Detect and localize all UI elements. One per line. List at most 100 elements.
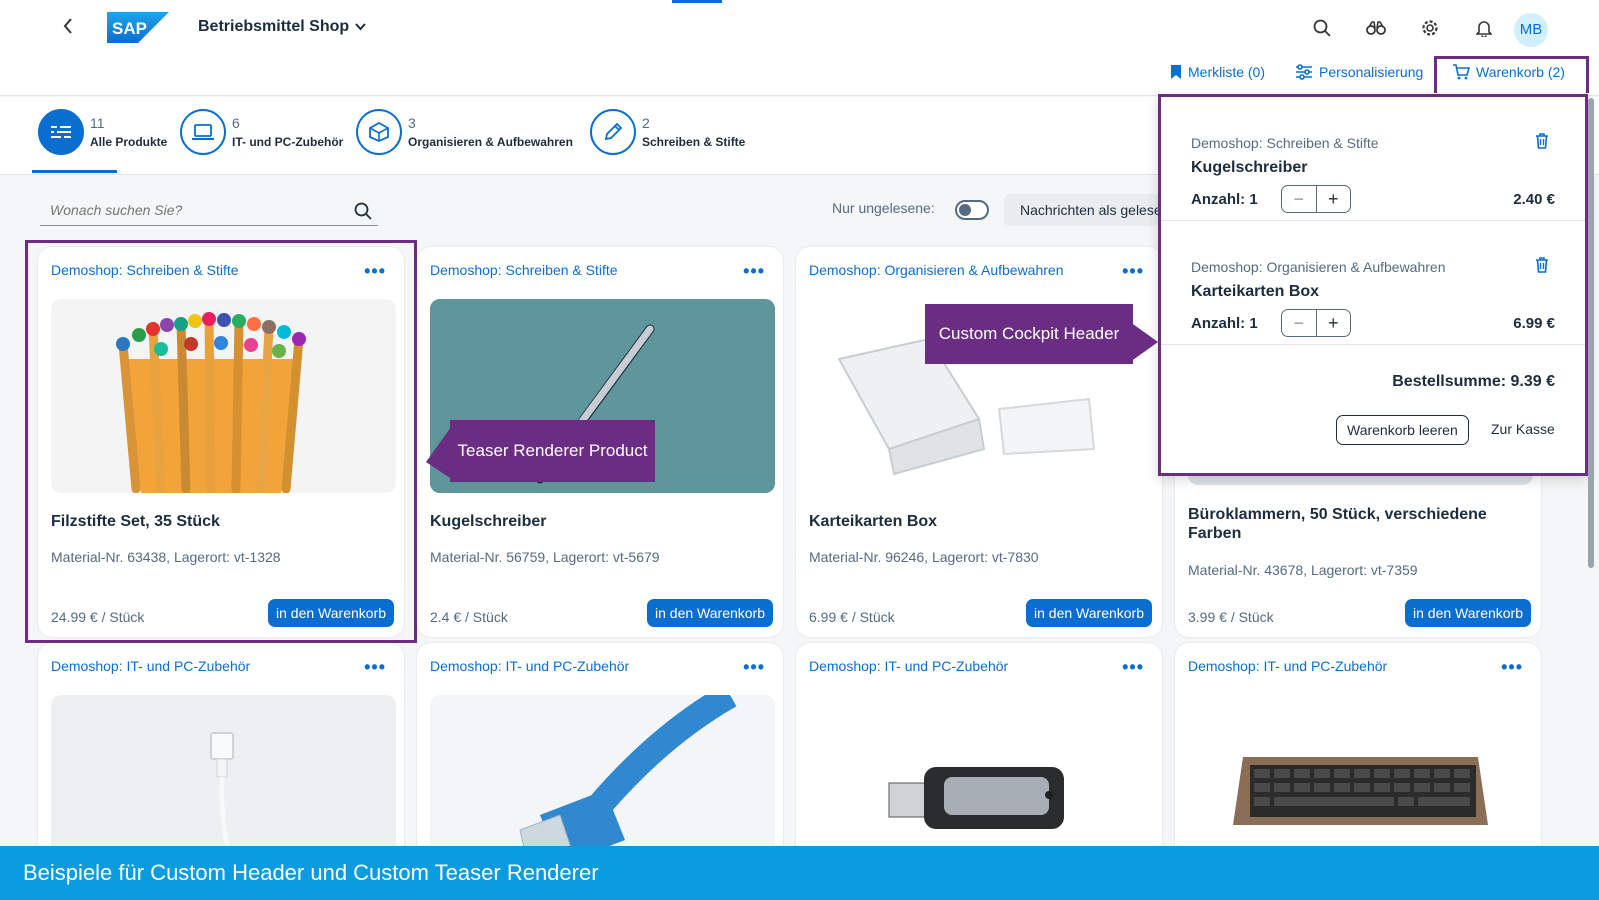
app-title: Betriebsmittel Shop (198, 18, 350, 35)
search-input[interactable] (40, 196, 340, 224)
shell-bar: SAP Betriebsmittel Shop MB Merkliste (0)… (0, 0, 1599, 96)
teaser-highlight (25, 240, 417, 643)
minus-icon[interactable]: − (1282, 186, 1317, 212)
toggle-knob (959, 204, 971, 216)
card-title[interactable]: Karteikarten Box (809, 512, 1149, 531)
search-icon (1313, 19, 1331, 37)
cart-item-name: Karteikarten Box (1191, 283, 1320, 300)
plus-icon[interactable]: + (1317, 186, 1351, 212)
tab-count: 2 (642, 115, 650, 131)
merkliste-label: Merkliste (0) (1188, 64, 1266, 80)
tab-label: IT- und PC-Zubehör (232, 135, 344, 149)
cart-item-name: Kugelschreiber (1191, 159, 1308, 176)
card-shop[interactable]: Demoshop: Organisieren & Aufbewahren (809, 262, 1063, 278)
card-shop[interactable]: Demoshop: IT- und PC-Zubehör (430, 658, 629, 674)
avatar[interactable]: MB (1514, 13, 1548, 47)
unread-filter-label: Nur ungelesene: (832, 200, 935, 216)
add-to-cart-button[interactable]: in den Warenkorb (1405, 599, 1531, 627)
gear-icon (1422, 20, 1438, 36)
tab-label: Schreiben & Stifte (642, 135, 746, 149)
order-total: Bestellsumme: 9.39 € (1392, 373, 1555, 390)
settings-button[interactable] (1418, 16, 1442, 40)
card-meta: Material-Nr. 96246, Lagerort: vt-7830 (809, 549, 1039, 565)
laptop-icon (180, 109, 226, 155)
minus-icon[interactable]: − (1282, 310, 1317, 336)
trash-icon[interactable] (1535, 133, 1549, 149)
warenkorb-highlight (1434, 56, 1589, 93)
tab-label: Alle Produkte (90, 135, 168, 149)
cart-item-shop: Demoshop: Schreiben & Stifte (1191, 135, 1379, 151)
cart-popover: Demoshop: Schreiben & Stifte Kugelschrei… (1158, 94, 1588, 476)
chevron-left-icon (63, 18, 72, 34)
card-title[interactable]: Büroklammern, 50 Stück, verschiedene Far… (1188, 505, 1528, 543)
more-icon[interactable]: ••• (1122, 657, 1144, 678)
card-shop[interactable]: Demoshop: IT- und PC-Zubehör (51, 658, 250, 674)
teaser-callout: Teaser Renderer Product (450, 420, 655, 482)
quantity-stepper[interactable]: − + (1281, 185, 1351, 213)
cockpit-callout: Custom Cockpit Header (925, 304, 1133, 364)
notifications-button[interactable] (1472, 16, 1496, 40)
quantity-stepper[interactable]: − + (1281, 309, 1351, 337)
cart-item: Demoshop: Schreiben & Stifte Kugelschrei… (1161, 97, 1585, 221)
callout-pointer (1130, 322, 1158, 362)
back-button[interactable] (62, 16, 82, 40)
checkout-button[interactable]: Zur Kasse (1481, 415, 1565, 445)
sap-logo[interactable]: SAP (107, 12, 169, 43)
cart-item-shop: Demoshop: Organisieren & Aufbewahren (1191, 259, 1446, 275)
search-icon[interactable] (354, 202, 372, 220)
tab-count: 6 (232, 115, 240, 131)
tab-alle-produkte[interactable]: 11 Alle Produkte (38, 109, 167, 155)
tab-count: 11 (90, 115, 105, 131)
sliders-icon (1296, 64, 1312, 80)
more-icon[interactable]: ••• (364, 657, 386, 678)
card-meta: Material-Nr. 56759, Lagerort: vt-5679 (430, 549, 660, 565)
svg-text:SAP: SAP (112, 19, 147, 38)
mark-read-label: Nachrichten als gelesen markieren (1020, 202, 1160, 218)
active-indicator (672, 0, 722, 3)
card-meta: Material-Nr. 43678, Lagerort: vt-7359 (1188, 562, 1418, 578)
personalisierung-link[interactable]: Personalisierung (1295, 64, 1423, 80)
more-icon[interactable]: ••• (743, 261, 765, 282)
tab-it-pc-zubehoer[interactable]: 6 IT- und PC-Zubehör (180, 109, 343, 155)
list-icon (38, 109, 84, 155)
mark-read-button[interactable]: Nachrichten als gelesen markieren (1004, 194, 1160, 226)
trash-icon[interactable] (1535, 257, 1549, 273)
cart-item-amount: 6.99 € (1513, 315, 1555, 332)
cart-item-qty: Anzahl: 1 (1191, 191, 1258, 208)
card-price: 2.4 € / Stück (430, 609, 508, 625)
tab-organisieren[interactable]: 3 Organisieren & Aufbewahren (356, 109, 573, 155)
cart-item-qty: Anzahl: 1 (1191, 315, 1258, 332)
merkliste-link[interactable]: Merkliste (0) (1170, 64, 1265, 80)
search-field[interactable] (40, 196, 378, 226)
scrollbar[interactable] (1588, 98, 1594, 568)
card-title[interactable]: Kugelschreiber (430, 512, 770, 531)
tab-active-underline (32, 170, 117, 173)
card-shop[interactable]: Demoshop: IT- und PC-Zubehör (1188, 658, 1387, 674)
binoculars-button[interactable] (1364, 16, 1388, 40)
tab-count: 3 (408, 115, 416, 131)
more-icon[interactable]: ••• (1501, 657, 1523, 678)
card-shop[interactable]: Demoshop: Schreiben & Stifte (430, 262, 618, 278)
caption-banner: Beispiele für Custom Header und Custom T… (0, 846, 1599, 900)
bell-icon (1476, 21, 1492, 37)
unread-toggle[interactable] (955, 200, 989, 220)
app-title-menu[interactable]: Betriebsmittel Shop (198, 18, 366, 36)
box-icon (356, 109, 402, 155)
more-icon[interactable]: ••• (743, 657, 765, 678)
add-to-cart-button[interactable]: in den Warenkorb (1026, 599, 1152, 627)
cart-item-amount: 2.40 € (1513, 191, 1555, 208)
personalisierung-label: Personalisierung (1319, 64, 1424, 80)
cart-item: Demoshop: Organisieren & Aufbewahren Kar… (1161, 221, 1585, 345)
card-price: 3.99 € / Stück (1188, 609, 1274, 625)
more-icon[interactable]: ••• (1122, 261, 1144, 282)
plus-icon[interactable]: + (1317, 310, 1351, 336)
clear-cart-button[interactable]: Warenkorb leeren (1336, 415, 1469, 445)
add-to-cart-button[interactable]: in den Warenkorb (647, 599, 773, 627)
binoculars-icon (1366, 21, 1386, 35)
tab-label: Organisieren & Aufbewahren (408, 135, 573, 149)
card-shop[interactable]: Demoshop: IT- und PC-Zubehör (809, 658, 1008, 674)
tab-schreiben-stifte[interactable]: 2 Schreiben & Stifte (590, 109, 745, 155)
chevron-down-icon (355, 23, 366, 31)
search-button[interactable] (1310, 16, 1334, 40)
card-price: 6.99 € / Stück (809, 609, 895, 625)
